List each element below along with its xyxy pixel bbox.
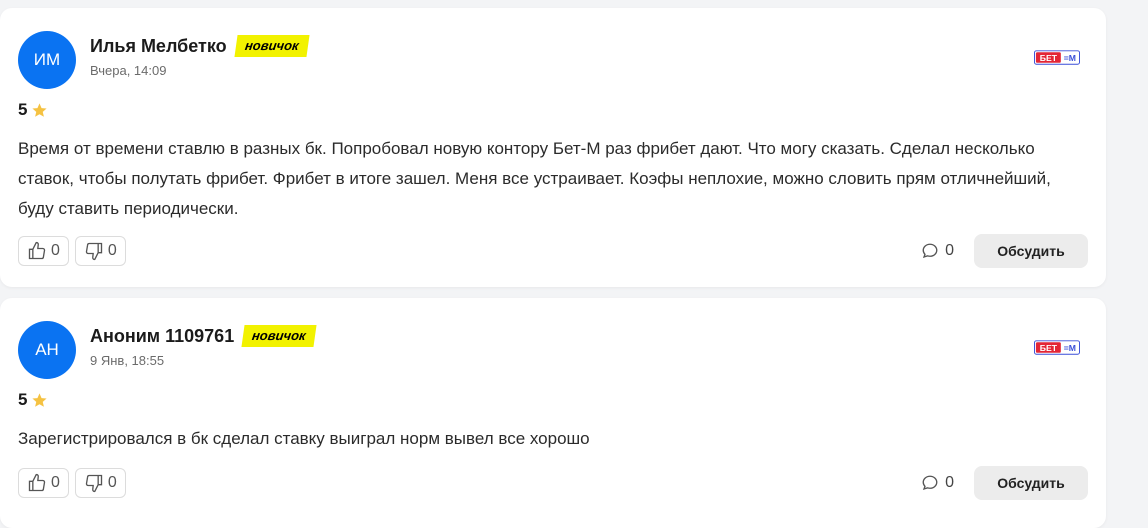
like-count: 0 — [51, 474, 60, 491]
dislike-count: 0 — [107, 474, 117, 491]
author-name[interactable]: Илья Мелбетко — [90, 36, 227, 57]
comments-count[interactable]: 0 — [921, 242, 954, 260]
dislike-count: 0 — [107, 242, 117, 259]
thumbs-up-icon — [28, 241, 46, 260]
svg-text:=М: =М — [1064, 53, 1076, 63]
like-button[interactable]: 0 — [18, 468, 69, 498]
dislike-button[interactable]: 0 — [74, 236, 126, 266]
status-badge: новичок — [234, 35, 309, 57]
rating: 5 — [18, 390, 48, 410]
brand-logo[interactable]: БЕТ =М — [1034, 340, 1080, 355]
svg-text:БЕТ: БЕТ — [1040, 343, 1058, 353]
betm-logo-icon: БЕТ =М — [1034, 340, 1080, 355]
dislike-button[interactable]: 0 — [74, 468, 126, 498]
comment-count-value: 0 — [945, 474, 954, 491]
avatar[interactable]: АН — [18, 321, 76, 379]
star-icon — [32, 102, 48, 117]
comments-count[interactable]: 0 — [921, 474, 954, 492]
vote-group: 0 0 — [18, 468, 126, 498]
author-row: Аноним 1109761 новичок — [90, 325, 317, 347]
rating-value: 5 — [18, 390, 28, 409]
like-button[interactable]: 0 — [18, 236, 69, 266]
thumbs-up-icon — [28, 473, 46, 492]
comment-icon — [922, 475, 938, 491]
comment-count-value: 0 — [945, 242, 954, 259]
star-icon — [32, 392, 48, 407]
avatar-initials: ИМ — [33, 50, 61, 69]
betm-logo-icon: БЕТ =М — [1034, 50, 1080, 65]
discuss-button[interactable]: Обсудить — [974, 466, 1088, 500]
review-text: Зарегистрировался в бк сделал ставку выи… — [18, 429, 590, 448]
status-badge: новичок — [241, 325, 317, 347]
review-text: Время от времени ставлю в разных бк. Поп… — [18, 139, 1051, 218]
thumbs-down-icon — [85, 242, 103, 261]
avatar-initials: АН — [35, 340, 59, 359]
author-row: Илья Мелбетко новичок — [90, 35, 309, 57]
svg-text:БЕТ: БЕТ — [1040, 53, 1058, 63]
review-card: ИМ Илья Мелбетко новичок Вчера, 14:09 БЕ… — [0, 8, 1106, 287]
author-name[interactable]: Аноним 1109761 — [90, 326, 234, 347]
thumbs-down-icon — [85, 474, 103, 493]
comment-icon — [922, 243, 938, 259]
review-date: Вчера, 14:09 — [90, 63, 167, 78]
avatar[interactable]: ИМ — [18, 31, 76, 89]
brand-logo[interactable]: БЕТ =М — [1034, 50, 1080, 65]
vote-group: 0 0 — [18, 236, 126, 266]
rating: 5 — [18, 100, 48, 120]
like-count: 0 — [51, 242, 60, 259]
svg-text:=М: =М — [1064, 343, 1076, 353]
rating-value: 5 — [18, 100, 28, 119]
review-date: 9 Янв, 18:55 — [90, 353, 165, 368]
review-card: АН Аноним 1109761 новичок 9 Янв, 18:55 Б… — [0, 298, 1106, 528]
discuss-button[interactable]: Обсудить — [974, 234, 1088, 268]
